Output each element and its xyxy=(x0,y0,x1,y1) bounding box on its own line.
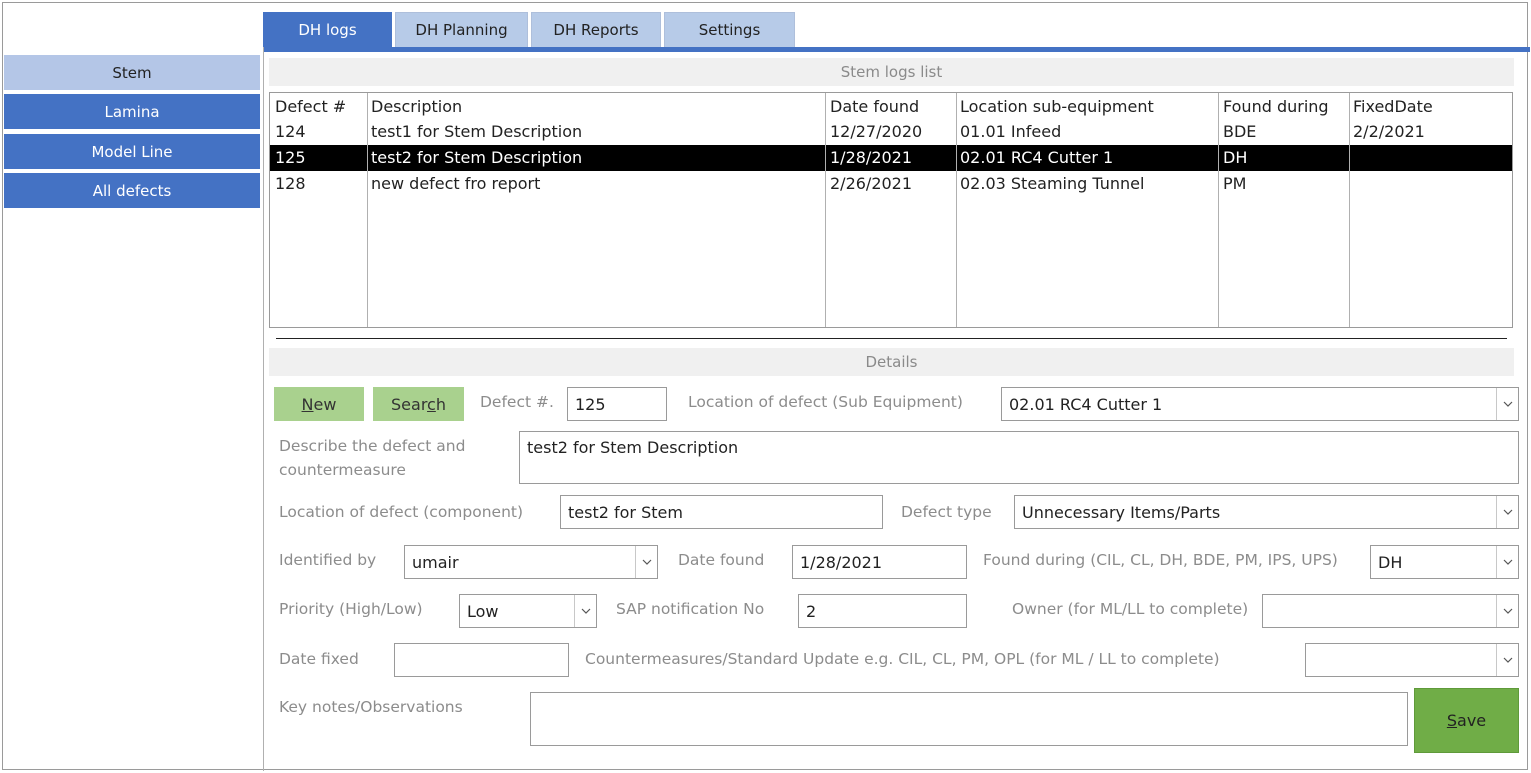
priority-label: Priority (High/Low) xyxy=(279,600,423,618)
cell-found-during: DH xyxy=(1223,148,1248,167)
cell-description: test2 for Stem Description xyxy=(371,148,583,167)
identified-by-dropdown[interactable]: umair xyxy=(404,545,658,579)
column-header-date-found: Date found xyxy=(830,97,920,116)
search-button-label: Search xyxy=(391,394,446,414)
describe-defect-field[interactable]: test2 for Stem Description xyxy=(519,431,1519,484)
date-fixed-field[interactable] xyxy=(394,643,569,677)
chevron-down-icon[interactable] xyxy=(1496,388,1518,420)
defect-no-label: Defect #. xyxy=(480,393,554,411)
list-header-row: Defect # Description Date found Location… xyxy=(270,94,1512,120)
tab-settings[interactable]: Settings xyxy=(664,12,795,47)
column-header-defect-no: Defect # xyxy=(275,97,347,116)
countermeasures-dropdown[interactable] xyxy=(1305,643,1519,677)
cell-defect-no: 128 xyxy=(275,174,306,193)
chevron-down-icon[interactable] xyxy=(1496,546,1518,578)
key-notes-label: Key notes/Observations xyxy=(279,698,463,716)
chevron-down-icon[interactable] xyxy=(1496,595,1518,627)
describe-label-line1: Describe the defect and xyxy=(279,437,466,455)
stem-logs-list[interactable]: Defect # Description Date found Location… xyxy=(269,92,1513,328)
cell-fixed-date xyxy=(1353,145,1508,171)
location-component-label: Location of defect (component) xyxy=(279,503,524,521)
cell-date-found: 2/26/2021 xyxy=(830,174,913,193)
tab-dh-reports[interactable]: DH Reports xyxy=(531,12,661,47)
key-notes-field[interactable] xyxy=(530,692,1408,746)
location-sub-equipment-label: Location of defect (Sub Equipment) xyxy=(688,393,963,411)
cell-location: 02.01 RC4 Cutter 1 xyxy=(960,148,1114,167)
column-divider xyxy=(367,93,368,327)
search-button[interactable]: Search xyxy=(373,387,464,421)
owner-dropdown[interactable] xyxy=(1262,594,1519,628)
identified-by-value: umair xyxy=(412,552,459,572)
cell-found-during: BDE xyxy=(1223,122,1257,141)
cell-fixed-date: 2/2/2021 xyxy=(1353,122,1425,141)
new-button-label: New xyxy=(301,394,337,414)
sidebar-item-all-defects[interactable]: All defects xyxy=(4,173,260,208)
defect-type-label: Defect type xyxy=(901,503,992,521)
column-header-fixed-date: FixedDate xyxy=(1353,97,1433,116)
tab-underline xyxy=(263,47,1530,52)
priority-dropdown[interactable]: Low xyxy=(459,594,597,628)
cell-description: test1 for Stem Description xyxy=(371,122,583,141)
column-header-location-sub-equipment: Location sub-equipment xyxy=(960,97,1154,116)
save-button[interactable]: Save xyxy=(1414,688,1519,753)
sidebar-item-stem[interactable]: Stem xyxy=(4,55,260,90)
cell-defect-no: 125 xyxy=(275,148,306,167)
column-divider xyxy=(956,93,957,327)
section-divider xyxy=(276,338,1507,339)
date-found-field[interactable]: 1/28/2021 xyxy=(792,545,967,579)
chevron-down-icon[interactable] xyxy=(1496,496,1518,528)
defect-type-dropdown[interactable]: Unnecessary Items/Parts xyxy=(1014,495,1519,529)
cell-defect-no: 124 xyxy=(275,122,306,141)
defect-no-field[interactable]: 125 xyxy=(567,387,667,421)
details-section-title: Details xyxy=(269,348,1514,376)
date-fixed-label: Date fixed xyxy=(279,650,359,668)
sidebar-item-lamina[interactable]: Lamina xyxy=(4,94,260,129)
tab-dh-planning[interactable]: DH Planning xyxy=(395,12,528,47)
countermeasures-label: Countermeasures/Standard Update e.g. CIL… xyxy=(585,650,1220,668)
found-during-dropdown[interactable]: DH xyxy=(1370,545,1519,579)
sap-notification-label: SAP notification No xyxy=(616,600,765,618)
describe-label-line2: countermeasure xyxy=(279,461,406,479)
owner-label: Owner (for ML/LL to complete) xyxy=(1012,600,1249,618)
column-divider xyxy=(1218,93,1219,327)
cell-date-found: 12/27/2020 xyxy=(830,122,923,141)
location-sub-equipment-value: 02.01 RC4 Cutter 1 xyxy=(1009,394,1163,414)
column-divider xyxy=(825,93,826,327)
cell-location: 02.03 Steaming Tunnel xyxy=(960,174,1145,193)
list-row-selected[interactable]: 125 test2 for Stem Description 1/28/2021… xyxy=(270,145,1512,171)
tab-dh-logs[interactable]: DH logs xyxy=(263,12,392,47)
sidebar-divider xyxy=(263,47,264,771)
list-row[interactable]: 128 new defect fro report 2/26/2021 02.0… xyxy=(270,171,1512,197)
cell-location: 01.01 Infeed xyxy=(960,122,1062,141)
list-section-title: Stem logs list xyxy=(269,58,1514,86)
sap-notification-field[interactable]: 2 xyxy=(798,594,967,628)
column-header-found-during: Found during xyxy=(1223,97,1329,116)
cell-fixed-date xyxy=(1353,171,1508,197)
location-component-field[interactable]: test2 for Stem xyxy=(560,495,883,529)
chevron-down-icon[interactable] xyxy=(574,595,596,627)
identified-by-label: Identified by xyxy=(279,551,377,569)
chevron-down-icon[interactable] xyxy=(635,546,657,578)
save-button-label: Save xyxy=(1446,711,1487,730)
priority-value: Low xyxy=(467,601,499,621)
cell-description: new defect fro report xyxy=(371,174,541,193)
column-header-description: Description xyxy=(371,97,463,116)
defect-type-value: Unnecessary Items/Parts xyxy=(1022,502,1221,522)
cell-found-during: PM xyxy=(1223,174,1247,193)
sidebar-item-model-line[interactable]: Model Line xyxy=(4,134,260,169)
new-button[interactable]: New xyxy=(274,387,364,421)
chevron-down-icon[interactable] xyxy=(1496,644,1518,676)
found-during-value: DH xyxy=(1378,552,1403,572)
location-sub-equipment-dropdown[interactable]: 02.01 RC4 Cutter 1 xyxy=(1001,387,1519,421)
list-row[interactable]: 124 test1 for Stem Description 12/27/202… xyxy=(270,119,1512,145)
found-during-label: Found during (CIL, CL, DH, BDE, PM, IPS,… xyxy=(983,551,1338,569)
date-found-label: Date found xyxy=(678,551,765,569)
column-divider xyxy=(1349,93,1350,327)
cell-date-found: 1/28/2021 xyxy=(830,148,913,167)
